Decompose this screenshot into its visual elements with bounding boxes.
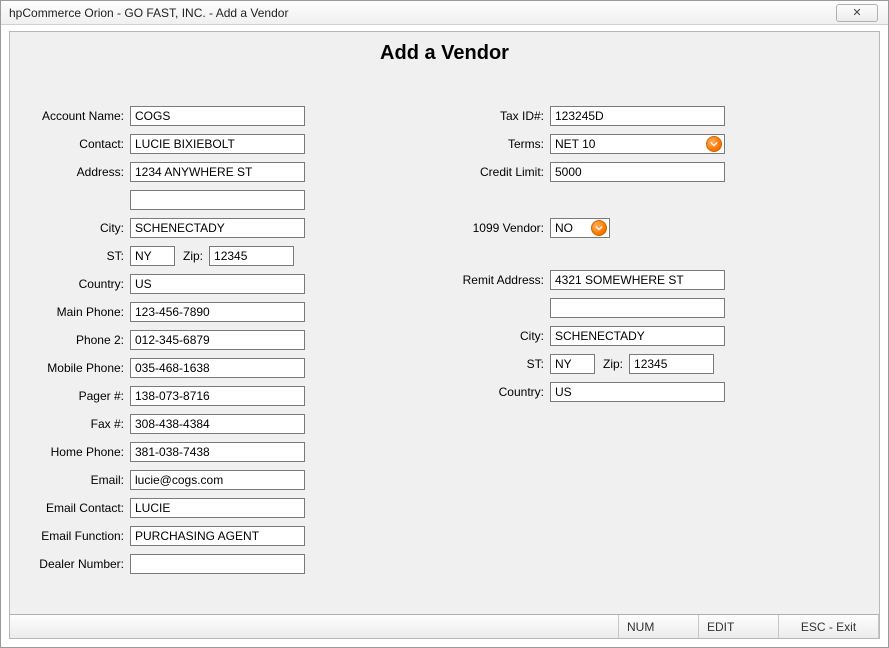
close-icon: ✕: [852, 6, 861, 19]
account-name-input[interactable]: [130, 106, 305, 126]
terms-dropdown[interactable]: [550, 134, 725, 154]
email-input[interactable]: [130, 470, 305, 490]
label-terms: Terms:: [450, 137, 550, 151]
label-account-name: Account Name:: [30, 109, 130, 123]
label-main-phone: Main Phone:: [30, 305, 130, 319]
phone2-input[interactable]: [130, 330, 305, 350]
1099-vendor-dropdown-button[interactable]: [591, 220, 607, 236]
pager-input[interactable]: [130, 386, 305, 406]
contact-input[interactable]: [130, 134, 305, 154]
right-column: Tax ID#: Terms: Credit Limit:: [450, 102, 770, 406]
label-city: City:: [30, 221, 130, 235]
dealer-number-input[interactable]: [130, 554, 305, 574]
label-remit-st: ST:: [450, 357, 550, 371]
label-email-contact: Email Contact:: [30, 501, 130, 515]
close-button[interactable]: ✕: [836, 4, 878, 22]
city-input[interactable]: [130, 218, 305, 238]
label-pager: Pager #:: [30, 389, 130, 403]
remit-country-input[interactable]: [550, 382, 725, 402]
label-tax-id: Tax ID#:: [450, 109, 550, 123]
chevron-down-icon: [595, 224, 603, 232]
label-dealer-number: Dealer Number:: [30, 557, 130, 571]
statusbar: NUM EDIT ESC - Exit: [10, 614, 879, 638]
titlebar: hpCommerce Orion - GO FAST, INC. - Add a…: [1, 1, 888, 25]
remit-city-input[interactable]: [550, 326, 725, 346]
main-phone-input[interactable]: [130, 302, 305, 322]
country-input[interactable]: [130, 274, 305, 294]
esc-exit-button[interactable]: ESC - Exit: [779, 615, 879, 638]
label-mobile-phone: Mobile Phone:: [30, 361, 130, 375]
remit-address2-input[interactable]: [550, 298, 725, 318]
remit-address1-input[interactable]: [550, 270, 725, 290]
chevron-down-icon: [710, 140, 718, 148]
label-address: Address:: [30, 165, 130, 179]
email-contact-input[interactable]: [130, 498, 305, 518]
form-area: Account Name: Contact: Address: City:: [10, 82, 879, 608]
label-zip: Zip:: [175, 249, 209, 263]
zip-input[interactable]: [209, 246, 294, 266]
label-1099-vendor: 1099 Vendor:: [450, 221, 550, 235]
tax-id-input[interactable]: [550, 106, 725, 126]
label-remit-country: Country:: [450, 385, 550, 399]
status-spacer: [10, 615, 619, 638]
state-input[interactable]: [130, 246, 175, 266]
label-email-function: Email Function:: [30, 529, 130, 543]
label-contact: Contact:: [30, 137, 130, 151]
window-title: hpCommerce Orion - GO FAST, INC. - Add a…: [9, 6, 836, 20]
label-remit-address: Remit Address:: [450, 273, 550, 287]
left-column: Account Name: Contact: Address: City:: [30, 102, 330, 578]
status-edit: EDIT: [699, 615, 779, 638]
label-st: ST:: [30, 249, 130, 263]
client-area: Add a Vendor Account Name: Contact: Addr…: [9, 31, 880, 639]
label-remit-city: City:: [450, 329, 550, 343]
label-remit-zip: Zip:: [595, 357, 629, 371]
credit-limit-input[interactable]: [550, 162, 725, 182]
remit-zip-input[interactable]: [629, 354, 714, 374]
terms-input[interactable]: [550, 134, 725, 154]
address2-input[interactable]: [130, 190, 305, 210]
address1-input[interactable]: [130, 162, 305, 182]
mobile-phone-input[interactable]: [130, 358, 305, 378]
window: hpCommerce Orion - GO FAST, INC. - Add a…: [0, 0, 889, 648]
fax-input[interactable]: [130, 414, 305, 434]
home-phone-input[interactable]: [130, 442, 305, 462]
label-home-phone: Home Phone:: [30, 445, 130, 459]
label-phone2: Phone 2:: [30, 333, 130, 347]
status-num: NUM: [619, 615, 699, 638]
label-country: Country:: [30, 277, 130, 291]
terms-dropdown-button[interactable]: [706, 136, 722, 152]
label-credit-limit: Credit Limit:: [450, 165, 550, 179]
email-function-input[interactable]: [130, 526, 305, 546]
page-title: Add a Vendor: [10, 42, 879, 65]
1099-vendor-dropdown[interactable]: [550, 218, 610, 238]
label-email: Email:: [30, 473, 130, 487]
label-fax: Fax #:: [30, 417, 130, 431]
remit-state-input[interactable]: [550, 354, 595, 374]
